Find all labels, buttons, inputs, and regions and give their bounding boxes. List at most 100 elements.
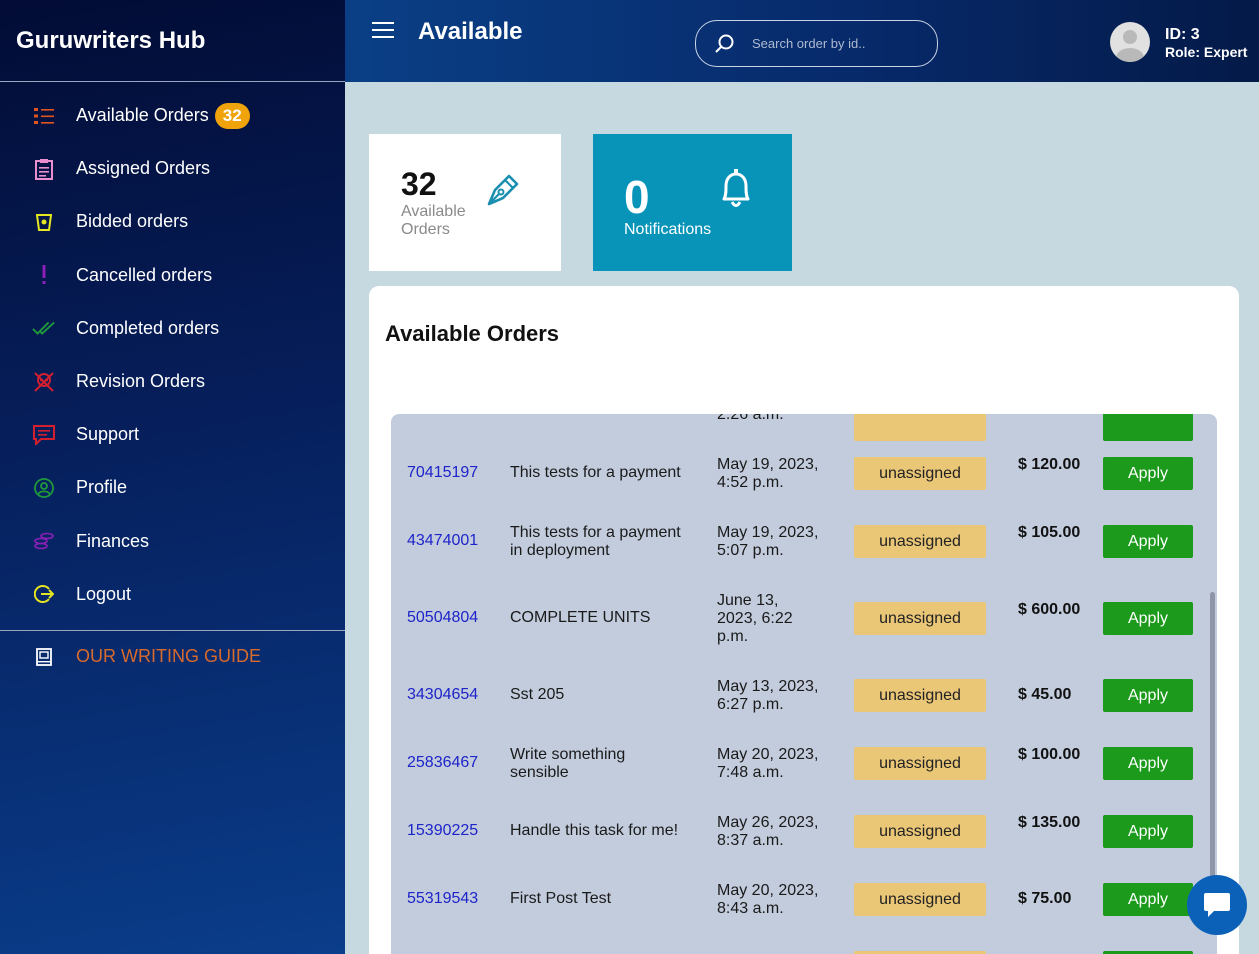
sidebar-item-label: Cancelled orders [76, 264, 213, 285]
order-title: Write something sensible [510, 746, 626, 781]
list-icon [32, 104, 56, 128]
sidebar-item-label: Revision Orders [76, 371, 206, 392]
sidebar-nav: Available Orders 32 Assigned Orders Bidd… [0, 82, 345, 621]
apply-button[interactable]: Apply [1103, 747, 1193, 780]
order-date: May 19, 2023, 5:07 p.m. [717, 524, 819, 559]
table-row: 50504804 COMPLETE UNITS June 13, 2023, 6… [391, 584, 1217, 652]
sidebar-item-finances[interactable]: Finances [0, 515, 345, 568]
order-id-link[interactable]: 25836467 [407, 754, 478, 772]
status-badge: unassigned [854, 815, 986, 848]
chat-widget-button[interactable] [1187, 875, 1247, 935]
top-header: Available ID: 3 Role: Expert [345, 0, 1259, 82]
order-amount: $ 45.00 [1018, 686, 1072, 703]
sidebar-item-label: Bidded orders [76, 211, 189, 232]
sidebar-item-label: Profile [76, 477, 128, 498]
sidebar-item-logout[interactable]: Logout [0, 568, 345, 621]
order-title: This tests for a payment [510, 464, 681, 481]
search-input[interactable] [752, 36, 922, 51]
sidebar-item-label: Available Orders [76, 105, 209, 126]
order-date: 2:26 a.m. [717, 414, 784, 423]
order-title: First Post Test [510, 890, 612, 907]
available-orders-card[interactable]: 32 Available Orders [369, 134, 561, 271]
status-badge: unassigned [854, 602, 986, 635]
order-date: May 20, 2023, 8:43 a.m. [717, 882, 819, 917]
apply-button[interactable]: Apply [1103, 815, 1193, 848]
sidebar-item-available-orders[interactable]: Available Orders 32 [0, 89, 345, 142]
sidebar-item-bidded-orders[interactable]: Bidded orders [0, 195, 345, 248]
table-row: 2:26 a.m. [391, 414, 1217, 441]
apply-button[interactable] [1103, 414, 1193, 441]
sidebar: Guruwriters Hub Available Orders 32 Assi… [0, 0, 345, 954]
sidebar-item-profile[interactable]: Profile [0, 461, 345, 514]
sidebar-item-completed-orders[interactable]: Completed orders [0, 302, 345, 355]
chat-bubble-icon [1204, 893, 1230, 917]
apply-button[interactable]: Apply [1103, 457, 1193, 490]
user-role: Role: Expert [1165, 44, 1248, 60]
table-row: 55319543 First Post Test May 20, 2023, 8… [391, 865, 1217, 933]
table-row: 25836467 Write something sensible May 20… [391, 729, 1217, 797]
writing-guide-link[interactable]: OUR WRITING GUIDE [0, 631, 345, 683]
status-badge: unassigned [854, 457, 986, 490]
order-amount: $ 105.00 [1018, 524, 1081, 541]
status-badge: unassigned [854, 679, 986, 712]
sidebar-item-revision-orders[interactable]: Revision Orders [0, 355, 345, 408]
pen-nib-icon [487, 174, 519, 206]
status-badge [854, 414, 986, 441]
cup-icon [32, 210, 56, 234]
table-scrollbar[interactable] [1210, 592, 1215, 892]
coins-icon [32, 529, 56, 553]
sidebar-item-support[interactable]: Support [0, 408, 345, 461]
order-id-link[interactable]: 50504804 [407, 609, 478, 627]
avatar[interactable] [1110, 22, 1150, 62]
status-badge: unassigned [854, 747, 986, 780]
table-row: 70415197 This tests for a payment May 19… [391, 439, 1217, 507]
apply-button[interactable]: Apply [1103, 679, 1193, 712]
apply-button[interactable]: Apply [1103, 525, 1193, 558]
search-icon[interactable] [712, 32, 736, 56]
writing-guide-label: OUR WRITING GUIDE [76, 646, 261, 667]
order-date: May 13, 2023, 6:27 p.m. [717, 678, 819, 713]
sidebar-item-cancelled-orders[interactable]: Cancelled orders [0, 249, 345, 302]
notifications-count: 0 [624, 171, 650, 223]
table-row [391, 933, 1217, 954]
clipboard-icon [32, 157, 56, 181]
order-id-link[interactable]: 55319543 [407, 890, 478, 908]
apply-button[interactable]: Apply [1103, 602, 1193, 635]
page-title: Available [418, 18, 523, 45]
order-date: May 26, 2023, 8:37 a.m. [717, 814, 819, 849]
order-amount: $ 120.00 [1018, 456, 1081, 473]
notifications-label: Notifications [624, 221, 712, 238]
bell-icon [722, 169, 750, 207]
user-circle-icon [32, 476, 56, 500]
order-date: May 20, 2023, 7:48 a.m. [717, 746, 819, 781]
apply-button[interactable]: Apply [1103, 883, 1193, 916]
status-badge: unassigned [854, 883, 986, 916]
sidebar-item-label: Support [76, 424, 140, 445]
available-orders-label: Available Orders [401, 203, 466, 238]
order-amount: $ 135.00 [1018, 814, 1081, 831]
order-id-link[interactable]: 43474001 [407, 532, 478, 550]
chat-icon [32, 423, 56, 447]
brand-title: Guruwriters Hub [0, 0, 345, 82]
order-id-link[interactable]: 34304654 [407, 686, 478, 704]
available-orders-count: 32 [401, 166, 437, 202]
order-amount: $ 75.00 [1018, 890, 1072, 907]
order-date: May 19, 2023, 4:52 p.m. [717, 456, 819, 491]
order-id-link[interactable]: 70415197 [407, 464, 478, 482]
order-id-link[interactable]: 15390225 [407, 822, 478, 840]
order-title: Handle this task for me! [510, 822, 679, 839]
sidebar-item-label: Assigned Orders [76, 158, 211, 179]
order-amount: $ 600.00 [1018, 601, 1081, 618]
orders-panel: Available Orders 2:26 a.m. 70415197 This… [369, 286, 1239, 954]
table-row: 43474001 This tests for a payment in dep… [391, 507, 1217, 575]
order-amount: $ 100.00 [1018, 746, 1081, 763]
notifications-card[interactable]: 0 Notifications [593, 134, 792, 271]
user-id: ID: 3 [1165, 26, 1200, 43]
sidebar-item-label: Finances [76, 530, 150, 551]
status-badge: unassigned [854, 525, 986, 558]
sidebar-item-assigned-orders[interactable]: Assigned Orders [0, 142, 345, 195]
hamburger-menu-icon[interactable] [372, 22, 394, 40]
table-row: 34304654 Sst 205 May 13, 2023, 6:27 p.m.… [391, 661, 1217, 729]
order-title: COMPLETE UNITS [510, 609, 651, 626]
table-row: 15390225 Handle this task for me! May 26… [391, 797, 1217, 865]
